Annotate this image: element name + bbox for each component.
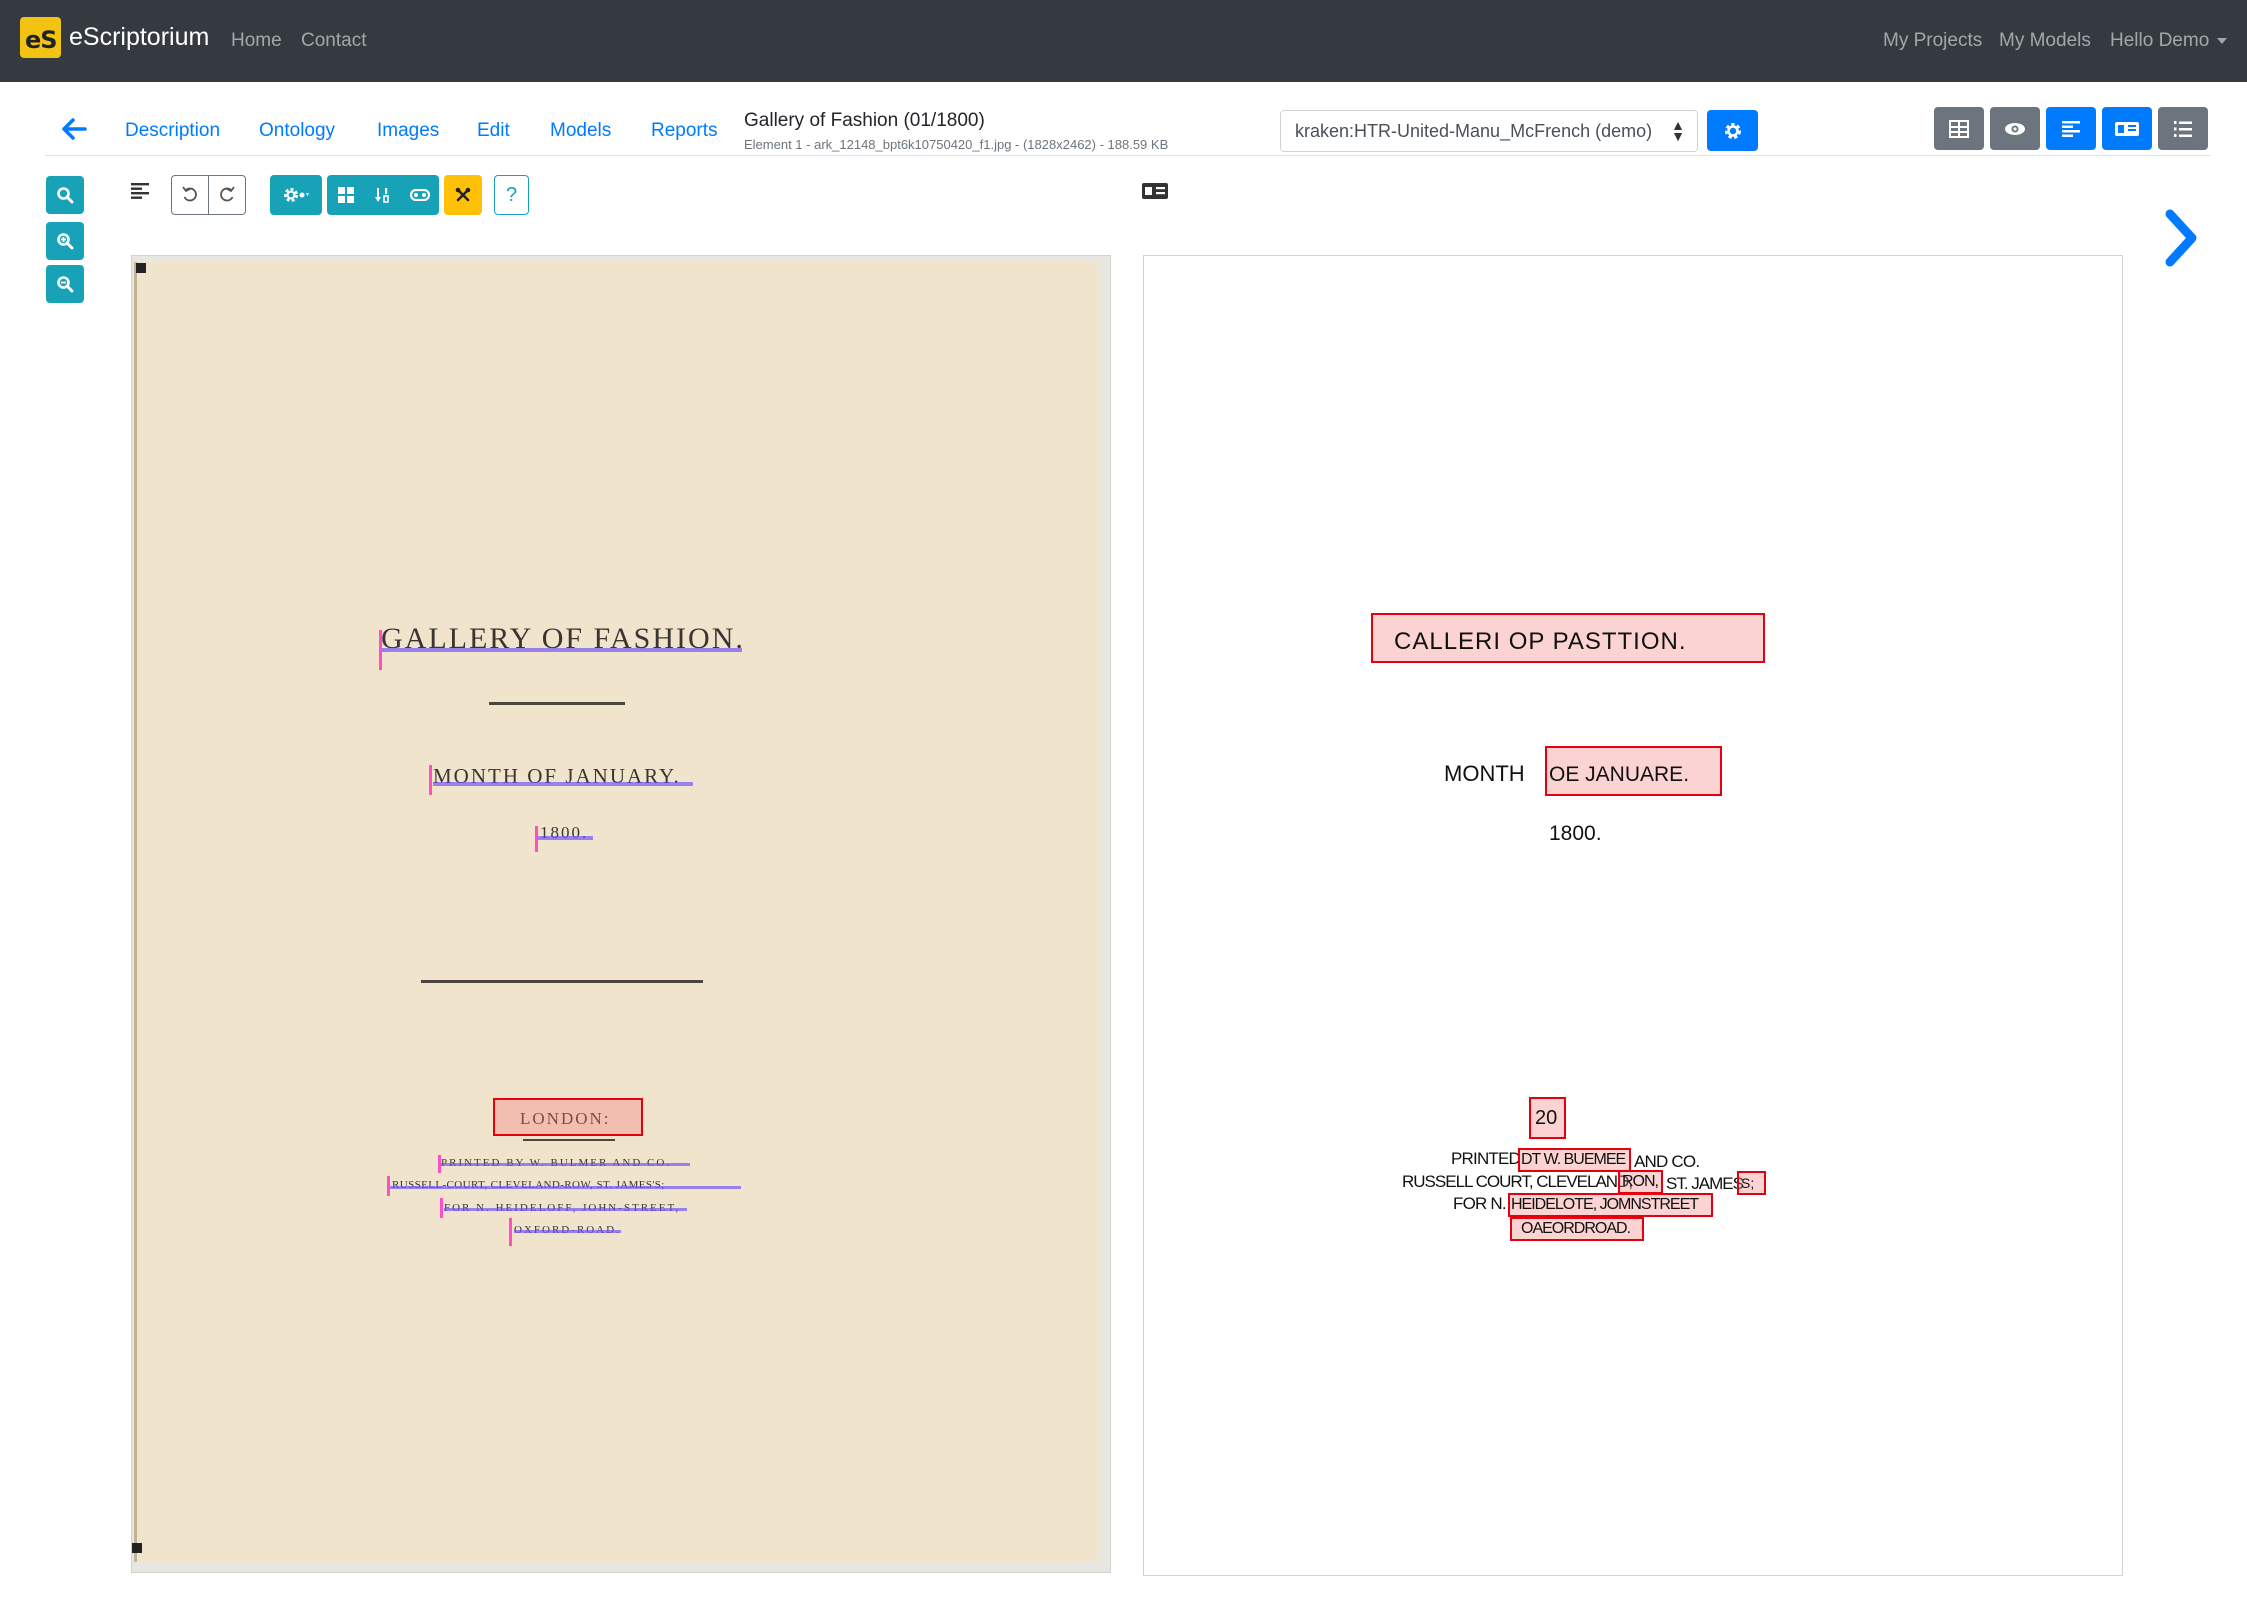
transcription-line-6-box2[interactable]: S; bbox=[1741, 1175, 1754, 1191]
baseline[interactable] bbox=[390, 1186, 741, 1189]
align-left-icon[interactable] bbox=[131, 182, 149, 200]
transcription-line-6-mid[interactable]: ST. JAMES bbox=[1666, 1174, 1744, 1194]
line-start-marker bbox=[440, 1198, 443, 1218]
caret-down-icon bbox=[2217, 37, 2228, 44]
transcription-line-5-prefix[interactable]: PRINTED bbox=[1451, 1149, 1521, 1169]
decorative-rule bbox=[523, 1139, 615, 1141]
toggle-visualisation-button[interactable] bbox=[1990, 107, 2040, 150]
document-title: Gallery of Fashion (01/1800) bbox=[744, 110, 985, 131]
list-ol-icon bbox=[2174, 120, 2192, 137]
align-left-icon bbox=[2062, 120, 2080, 137]
zoom-in-icon bbox=[57, 233, 74, 250]
zoom-out-icon bbox=[57, 276, 74, 293]
line-start-marker bbox=[379, 630, 382, 670]
gear-icon bbox=[1724, 122, 1741, 139]
redo-button[interactable] bbox=[208, 175, 246, 215]
zoom-out-button[interactable] bbox=[46, 265, 84, 303]
toggle-segmentation-button[interactable] bbox=[2046, 107, 2096, 150]
scan-line-russell: RUSSELL-COURT, CLEVELAND-ROW, ST. JAMES'… bbox=[392, 1179, 665, 1191]
baseline[interactable] bbox=[514, 1230, 621, 1233]
line-start-marker bbox=[535, 826, 538, 852]
toggle-line-ordering-button[interactable] bbox=[364, 175, 402, 215]
tab-edit[interactable]: Edit bbox=[477, 120, 510, 142]
undo-icon bbox=[182, 186, 197, 202]
tab-ontology[interactable]: Ontology bbox=[259, 120, 335, 142]
zoom-reset-button[interactable] bbox=[46, 176, 84, 214]
tab-models[interactable]: Models bbox=[550, 120, 611, 142]
nav-my-models-link[interactable]: My Models bbox=[1999, 30, 2091, 52]
transcription-line-5-suffix[interactable]: AND CO. bbox=[1634, 1152, 1700, 1172]
line-start-marker bbox=[509, 1218, 512, 1246]
arrow-left-icon[interactable] bbox=[60, 115, 88, 143]
transcription-line-2-box[interactable]: OE JANUARE. bbox=[1549, 763, 1689, 787]
top-navbar: eS eScriptorium Home Contact My Projects… bbox=[0, 0, 2247, 82]
transcription-line-6-box[interactable]: RON, bbox=[1622, 1173, 1659, 1191]
baseline[interactable] bbox=[538, 836, 593, 840]
toggle-masks-button[interactable] bbox=[401, 175, 439, 215]
undo-button[interactable] bbox=[171, 175, 209, 215]
transcription-line-3[interactable]: 1800. bbox=[1549, 822, 1602, 846]
model-settings-button[interactable] bbox=[1707, 110, 1758, 151]
transcription-model-select[interactable]: kraken:HTR-United-Manu_McFrench (demo) ▲… bbox=[1280, 110, 1698, 152]
line-start-marker bbox=[438, 1155, 441, 1173]
visualisation-panel bbox=[1143, 255, 2123, 1576]
page-corner-marker bbox=[132, 1543, 142, 1553]
segmentation-settings-button[interactable] bbox=[270, 175, 322, 215]
zoom-in-button[interactable] bbox=[46, 222, 84, 260]
decorative-rule bbox=[489, 702, 625, 705]
transcription-line-6-prefix[interactable]: RUSSELL COURT, CLEVELAND, bbox=[1402, 1172, 1633, 1192]
eye-icon bbox=[2005, 122, 2025, 135]
sort-updown-icon: ▲ ▼ bbox=[1671, 117, 1685, 144]
language-icon bbox=[2115, 121, 2139, 136]
tab-reports[interactable]: Reports bbox=[651, 120, 718, 142]
transcription-line-8-box[interactable]: OAEORDROAD. bbox=[1521, 1220, 1631, 1238]
nav-my-projects-link[interactable]: My Projects bbox=[1883, 30, 1982, 52]
mask-icon bbox=[410, 189, 430, 201]
baseline[interactable] bbox=[444, 1208, 687, 1211]
cogs-icon bbox=[284, 188, 309, 202]
th-large-icon bbox=[338, 187, 354, 203]
user-menu-label: Hello Demo bbox=[2110, 30, 2210, 51]
toggle-transcription-button[interactable] bbox=[2102, 107, 2152, 150]
element-info: Element 1 - ark_12148_bpt6k10750420_f1.j… bbox=[744, 137, 1169, 152]
chevron-right-icon[interactable] bbox=[2160, 208, 2204, 268]
model-select-value: kraken:HTR-United-Manu_McFrench (demo) bbox=[1295, 121, 1653, 141]
scan-line-year: 1800. bbox=[540, 823, 589, 842]
tab-description[interactable]: Description bbox=[125, 120, 220, 142]
brand-name[interactable]: eScriptorium bbox=[69, 23, 209, 52]
redo-icon bbox=[220, 186, 235, 202]
transcription-line-2-prefix[interactable]: MONTH bbox=[1444, 761, 1525, 787]
escriptorium-logo[interactable]: eS bbox=[20, 17, 61, 58]
search-icon bbox=[57, 187, 74, 204]
toggle-diplomatic-button[interactable] bbox=[2158, 107, 2208, 150]
cut-icon bbox=[455, 187, 471, 202]
sort-numeric-icon bbox=[375, 188, 389, 203]
transcription-line-5-box[interactable]: DT W. BUEMEE bbox=[1521, 1151, 1626, 1169]
table-grid-icon bbox=[1949, 119, 1969, 138]
cut-tool-button[interactable] bbox=[444, 175, 482, 215]
baseline[interactable] bbox=[441, 1163, 690, 1166]
line-start-marker bbox=[429, 765, 432, 795]
transcription-line-4[interactable]: 20 bbox=[1535, 1107, 1557, 1130]
transcription-line-1[interactable]: CALLERI OP PASTTION. bbox=[1394, 628, 1687, 656]
transcription-line-7-box[interactable]: HEIDELOTE, JOMNSTREET bbox=[1511, 1196, 1699, 1214]
nav-home-link[interactable]: Home bbox=[231, 30, 282, 52]
toggle-source-image-button[interactable] bbox=[1934, 107, 1984, 150]
toggle-regions-button[interactable] bbox=[327, 175, 365, 215]
tab-images[interactable]: Images bbox=[377, 120, 439, 142]
line-error-box[interactable] bbox=[493, 1098, 643, 1136]
page-corner-marker bbox=[136, 263, 146, 273]
nav-contact-link[interactable]: Contact bbox=[301, 30, 366, 52]
baseline[interactable] bbox=[381, 648, 742, 652]
help-button[interactable]: ? bbox=[494, 175, 529, 215]
language-icon[interactable] bbox=[1142, 183, 1168, 199]
page-image[interactable] bbox=[134, 262, 1100, 1562]
decorative-rule bbox=[421, 980, 703, 983]
transcription-line-7-prefix[interactable]: FOR N. bbox=[1453, 1194, 1507, 1214]
line-start-marker bbox=[387, 1176, 390, 1196]
baseline[interactable] bbox=[433, 782, 693, 786]
header-divider bbox=[45, 155, 2210, 156]
user-menu-dropdown[interactable]: Hello Demo bbox=[2110, 30, 2228, 52]
